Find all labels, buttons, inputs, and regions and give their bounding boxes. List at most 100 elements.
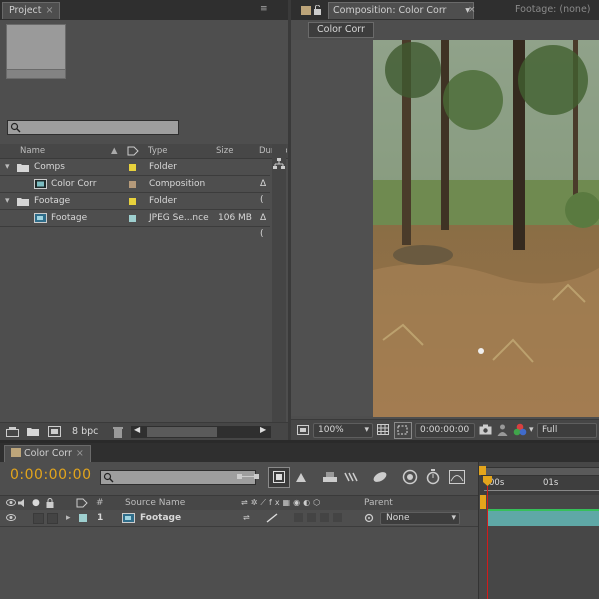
item-name: Footage: [51, 213, 88, 223]
bit-depth-button[interactable]: 8 bpc: [72, 425, 98, 439]
tab-timeline-label: Color Corr: [24, 448, 72, 459]
new-composition-icon[interactable]: [48, 426, 61, 437]
trash-icon[interactable]: [113, 426, 123, 438]
timecode-value: 0:00:00:00: [420, 425, 470, 435]
timeline-graph-area[interactable]: 00s 01s: [478, 462, 599, 599]
item-name: Color Corr: [51, 179, 97, 189]
flowchart-icon[interactable]: [273, 158, 285, 170]
label-tag-icon[interactable]: [76, 498, 88, 508]
timeline-tab-bar: Color Corr ×: [0, 443, 599, 462]
label-swatch: [129, 198, 136, 205]
grid-guides-icon[interactable]: [377, 424, 389, 435]
roi-button[interactable]: [394, 422, 412, 439]
audio-icon[interactable]: [18, 499, 28, 507]
brainstorm-icon[interactable]: [402, 469, 418, 485]
panel-menu-icon[interactable]: ≡: [260, 4, 272, 14]
playhead-head[interactable]: [480, 495, 486, 509]
column-parent[interactable]: Parent: [364, 496, 393, 510]
hide-shy-layers-icon[interactable]: [294, 471, 308, 484]
lock-icon[interactable]: [313, 5, 322, 15]
tab-project[interactable]: Project ×: [2, 2, 61, 19]
panel-color-icon: [11, 448, 21, 457]
graph-view-icon[interactable]: [449, 470, 465, 484]
chevron-down-icon[interactable]: ▾: [5, 193, 10, 209]
motion-blur-icon[interactable]: [344, 471, 360, 483]
parent-dropdown[interactable]: None ▾: [380, 512, 460, 525]
composition-icon: [34, 179, 47, 189]
folder-icon: [17, 198, 29, 206]
switches-icons: ⇌✲⟋fx▦◉◐⬡: [241, 498, 324, 507]
chevron-down-icon[interactable]: ▾: [5, 159, 10, 175]
thumbnail-caption-bar: [6, 69, 66, 79]
scroll-thumb[interactable]: [147, 427, 217, 437]
solo-icon[interactable]: ●: [32, 496, 40, 510]
work-area-start-handle[interactable]: [479, 466, 486, 475]
interpret-footage-icon[interactable]: [6, 427, 19, 437]
draft-3d-button[interactable]: [268, 467, 290, 488]
playhead-line: [487, 486, 488, 599]
lock-icon[interactable]: [46, 498, 54, 508]
ruler-ticks: [484, 490, 599, 496]
thumbnail-preview: [6, 24, 66, 70]
sort-up-icon[interactable]: ▲: [111, 144, 118, 158]
layer-name[interactable]: Footage: [140, 510, 181, 526]
draft-3d-icon: [273, 471, 285, 483]
time-ruler[interactable]: 00s 01s: [479, 476, 599, 495]
column-size[interactable]: Size: [216, 144, 233, 158]
list-item[interactable]: ▾ Comps Folder: [0, 159, 270, 176]
close-icon[interactable]: ×: [468, 3, 476, 17]
close-icon[interactable]: ×: [76, 448, 84, 459]
scroll-right-icon[interactable]: ▶: [260, 425, 266, 434]
shy-switch-icon[interactable]: ⇌: [243, 510, 250, 526]
item-name: Comps: [34, 162, 65, 172]
item-type: Folder: [149, 196, 177, 206]
composition-viewer-image[interactable]: [373, 40, 599, 417]
column-source-name[interactable]: Source Name: [125, 496, 185, 510]
tab-composition[interactable]: Composition: Color Corr ▾: [328, 2, 474, 19]
lock-toggle[interactable]: [47, 513, 58, 524]
show-snapshot-icon[interactable]: [497, 424, 508, 436]
current-time-field[interactable]: 0:00:00:00: [415, 423, 475, 438]
list-item[interactable]: Color Corr Composition Δ (: [0, 176, 270, 205]
layer-label-swatch[interactable]: [79, 514, 87, 522]
horizontal-scrollbar[interactable]: ◀ ▶: [131, 425, 271, 438]
tab-timeline[interactable]: Color Corr ×: [4, 445, 91, 462]
scroll-left-icon[interactable]: ◀: [134, 425, 140, 434]
timeline-search-input[interactable]: [100, 470, 256, 485]
list-item[interactable]: Footage JPEG Se...nce 106 MB Δ (: [0, 210, 270, 239]
eye-icon[interactable]: [6, 499, 16, 506]
work-area-bar[interactable]: [481, 467, 599, 476]
chevron-down-icon[interactable]: ▾: [529, 423, 534, 437]
new-folder-icon[interactable]: [27, 427, 39, 436]
table-row[interactable]: ▸ 1 Footage ⇌ None ▾: [0, 510, 478, 527]
ruler-label-mark: 01s: [543, 478, 559, 488]
breadcrumb[interactable]: Color Corr: [308, 22, 374, 38]
pick-whip-icon[interactable]: [364, 513, 374, 523]
close-icon[interactable]: ×: [46, 5, 54, 16]
resolution-dropdown[interactable]: Full: [537, 423, 597, 438]
column-name[interactable]: Name: [20, 144, 45, 158]
snapshot-camera-icon[interactable]: [479, 424, 492, 435]
label-tag-icon[interactable]: [127, 146, 139, 156]
current-time-display[interactable]: 0:00:00:00: [10, 467, 92, 483]
tab-project-label: Project: [9, 5, 42, 16]
tab-footage[interactable]: Footage: (none): [515, 3, 591, 17]
graph-editor-icon[interactable]: [372, 470, 388, 484]
switch-boxes[interactable]: [294, 513, 348, 522]
project-scrollbar[interactable]: [272, 144, 286, 424]
quality-switch-icon[interactable]: [266, 513, 278, 523]
always-preview-icon[interactable]: [297, 425, 309, 435]
project-search-input[interactable]: [7, 120, 179, 135]
frame-blending-icon[interactable]: [323, 471, 337, 483]
zoom-dropdown[interactable]: 100% ▾: [313, 423, 373, 438]
comp-mini-flowchart-icon[interactable]: [237, 471, 259, 483]
layer-number: 1: [97, 513, 104, 523]
channels-rgb-icon[interactable]: [513, 423, 527, 436]
solo-toggle[interactable]: [33, 513, 44, 524]
column-type[interactable]: Type: [148, 144, 168, 158]
layer-duration-bar[interactable]: [487, 511, 599, 526]
list-item[interactable]: ▾ Footage Folder: [0, 193, 270, 210]
visibility-eye-icon[interactable]: [6, 514, 16, 521]
expand-chevron-icon[interactable]: ▸: [66, 510, 71, 526]
stopwatch-icon[interactable]: [426, 469, 440, 485]
